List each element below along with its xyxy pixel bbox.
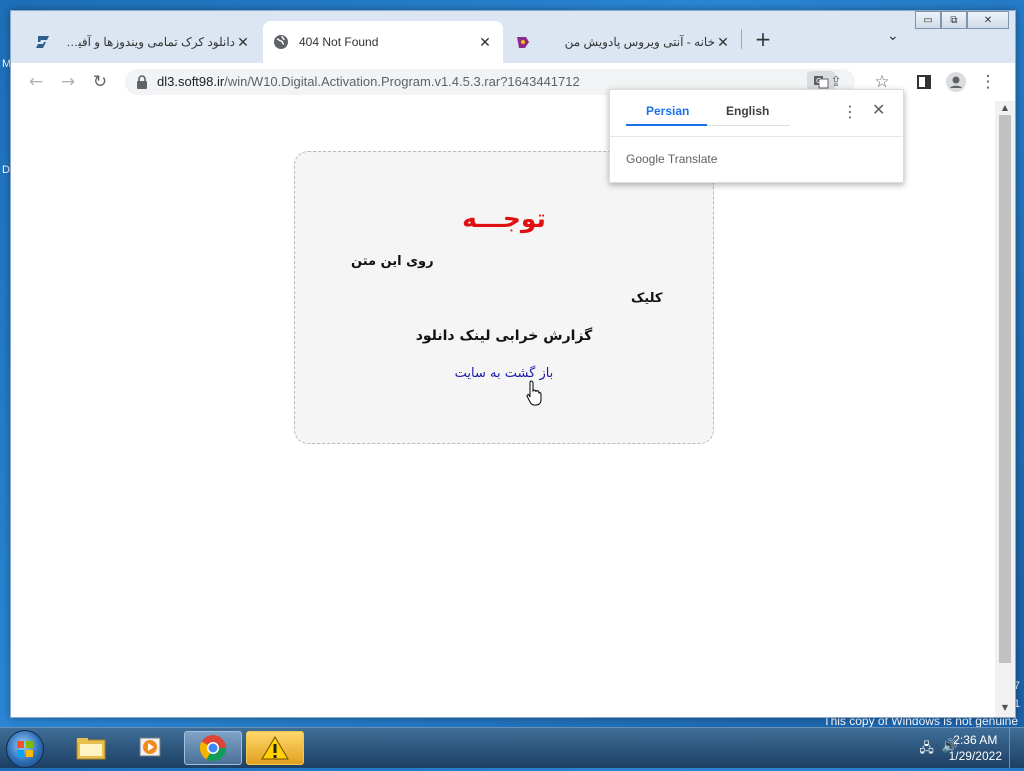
soft98-logo-icon: [35, 34, 51, 50]
vertical-scrollbar[interactable]: ▲ ▼: [995, 101, 1015, 717]
taskbar: 🖧 🔊 2:36 AM 1/29/2022: [0, 727, 1024, 768]
taskbar-warning-app[interactable]: [246, 731, 304, 765]
translate-tab-persian[interactable]: Persian: [646, 104, 689, 118]
google-brand-text: Google: [626, 152, 665, 166]
notice-title: توجـــه: [462, 204, 546, 233]
clock-time: 2:36 AM: [953, 733, 998, 747]
folder-icon: [76, 738, 106, 760]
back-button[interactable]: ←: [25, 71, 47, 93]
clock-date: 1/29/2022: [948, 749, 1002, 763]
page-viewport: توجـــه روی این متن کلیک گزارش خرابی لین…: [11, 101, 995, 717]
lock-icon[interactable]: [135, 74, 149, 90]
tab-close-button[interactable]: ✕: [715, 34, 731, 51]
network-icon[interactable]: 🖧: [919, 739, 934, 761]
scroll-up-arrow[interactable]: ▲: [995, 103, 1015, 115]
browser-window: دانلود کرک تمامی ویندوزها و آفیس ها آپدی…: [10, 10, 1016, 718]
side-panel-icon[interactable]: [913, 71, 935, 93]
tab-title: 404 Not Found: [299, 35, 379, 49]
translate-tab-english[interactable]: English: [726, 104, 769, 118]
tab-404-not-found[interactable]: 404 Not Found ✕: [263, 21, 503, 63]
tab-close-button[interactable]: ✕: [235, 34, 251, 51]
restore-button[interactable]: ⧉: [941, 11, 967, 29]
tab-title: دانلود کرک تمامی ویندوزها و آفیس ها آپدی…: [61, 35, 235, 49]
translate-tab-indicator: [626, 124, 707, 126]
click-text: کلیک: [631, 291, 663, 306]
browser-menu-button[interactable]: ⋮: [977, 71, 999, 93]
instruction-text: روی این متن: [351, 254, 434, 269]
tab-soft98[interactable]: دانلود کرک تمامی ویندوزها و آفیس ها آپدی…: [25, 21, 261, 63]
profile-avatar-icon[interactable]: [945, 71, 967, 93]
chrome-icon: [199, 735, 227, 762]
forward-button[interactable]: →: [57, 71, 79, 93]
notice-box: توجـــه روی این متن کلیک گزارش خرابی لین…: [294, 151, 714, 444]
windows-logo-icon: [17, 741, 33, 757]
url-path: /win/W10.Digital.Activation.Program.v1.4…: [224, 74, 580, 89]
translate-options-menu-icon[interactable]: ⋮: [842, 102, 858, 122]
back-to-site-link[interactable]: باز گشت به سایت: [295, 366, 713, 381]
tab-title: خانه - آنتی ویروس پادویش من: [564, 35, 715, 49]
scrollbar-thumb[interactable]: [999, 115, 1011, 663]
media-player-icon: [139, 737, 161, 757]
translate-popup: Persian English ⋮ ✕ Google Translate: [609, 89, 904, 183]
padvish-icon: [515, 34, 531, 50]
url-text[interactable]: dl3.soft98.ir/win/W10.Digital.Activation…: [157, 74, 580, 89]
reload-button[interactable]: ↻: [89, 71, 111, 93]
close-window-button[interactable]: ✕: [967, 11, 1009, 29]
start-button[interactable]: [6, 730, 44, 768]
globe-icon: [273, 34, 289, 50]
warning-icon: [261, 736, 289, 760]
url-host: dl3.soft98.ir: [157, 74, 225, 89]
scroll-down-arrow[interactable]: ▼: [995, 703, 1015, 715]
hand-cursor-icon: [526, 380, 542, 406]
new-tab-button[interactable]: +: [753, 29, 773, 49]
tab-close-button[interactable]: ✕: [477, 34, 493, 51]
tab-padvish[interactable]: خانه - آنتی ویروس پادویش من ✕: [505, 21, 741, 63]
taskbar-media-player[interactable]: [122, 731, 180, 765]
translate-brand-text: Translate: [667, 152, 718, 166]
translate-close-button[interactable]: ✕: [872, 100, 885, 120]
svg-text:G: G: [816, 77, 821, 85]
minimize-button[interactable]: ▭: [915, 11, 941, 29]
taskbar-clock[interactable]: 2:36 AM 1/29/2022: [949, 732, 1002, 764]
report-broken-link-text: گزارش خرابی لینک دانلود: [415, 328, 593, 344]
translate-divider: [610, 136, 903, 137]
taskbar-chrome[interactable]: [184, 731, 242, 765]
tab-separator: [741, 29, 742, 49]
taskbar-file-explorer[interactable]: [62, 731, 120, 765]
tab-strip: دانلود کرک تمامی ویندوزها و آفیس ها آپدی…: [11, 11, 1015, 63]
desktop-edge-text: D: [2, 164, 10, 176]
show-desktop-button[interactable]: [1009, 728, 1024, 768]
google-translate-brand: Google Translate: [626, 152, 717, 166]
tab-search-button[interactable]: ⌄: [887, 28, 899, 44]
